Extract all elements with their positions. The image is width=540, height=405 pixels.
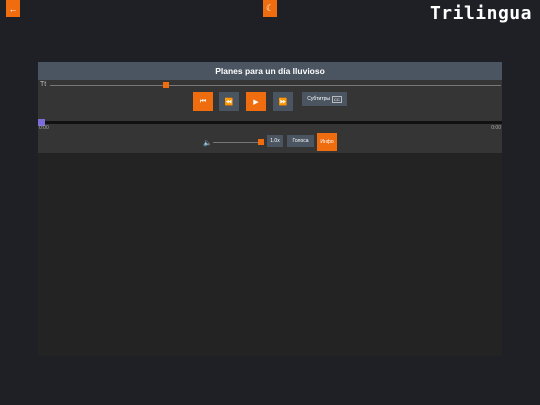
volume-slider-thumb[interactable] [258, 139, 264, 145]
back-button[interactable]: ← [6, 0, 20, 17]
info-button[interactable]: Инфо [317, 133, 337, 151]
font-size-row: Tt [38, 80, 502, 90]
text-size-icon: Tt [40, 81, 47, 88]
fast-forward-icon: ⏩ [278, 98, 288, 106]
volume-icon[interactable]: 🔈 [203, 139, 212, 147]
subtitles-button[interactable]: Субтитры CC [302, 92, 347, 106]
cc-badge: CC [332, 95, 342, 103]
progress-bar[interactable] [38, 119, 502, 126]
bottom-controls: 🔈 1.0x Голоса Инфо [38, 132, 502, 153]
rewind-icon: ⏪ [224, 98, 234, 106]
skip-previous-button[interactable]: ⏮ [193, 92, 213, 111]
theme-toggle-button[interactable]: ☾ [263, 0, 277, 17]
moon-icon: ☾ [265, 3, 275, 13]
rewind-button[interactable]: ⏪ [219, 92, 239, 111]
playback-controls: ⏮ ⏪ ▶ ⏩ Субтитры CC [38, 90, 502, 120]
voices-button[interactable]: Голоса [287, 135, 314, 147]
arrow-left-icon: ← [8, 3, 18, 14]
progress-row: 0:00 0:00 [38, 119, 502, 132]
play-icon: ▶ [253, 98, 259, 106]
speed-button[interactable]: 1.0x [267, 135, 283, 147]
player-title: Planes para un día lluvioso [38, 62, 502, 80]
duration-time: 0:00 [491, 125, 501, 131]
font-size-slider-thumb[interactable] [162, 82, 169, 88]
font-size-slider-track[interactable] [50, 85, 501, 86]
volume-slider-track[interactable] [213, 142, 261, 143]
current-time: 0:00 [39, 125, 49, 131]
play-button[interactable]: ▶ [246, 92, 266, 111]
subtitles-label: Субтитры [307, 96, 330, 102]
player-panel: Planes para un día lluvioso Tt ⏮ ⏪ ▶ ⏩ С… [38, 62, 502, 356]
fast-forward-button[interactable]: ⏩ [273, 92, 293, 111]
logo: Trilingua [429, 3, 532, 24]
skip-previous-icon: ⏮ [199, 97, 207, 105]
transcript-area [38, 153, 502, 356]
